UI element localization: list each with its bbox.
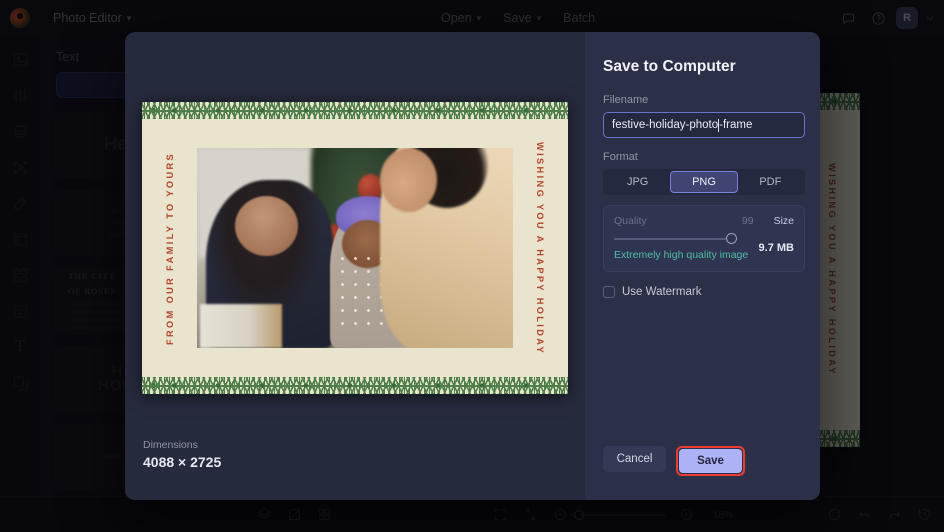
- preview-family-photo: [197, 148, 513, 348]
- watermark-label: Use Watermark: [622, 286, 702, 298]
- filename-input[interactable]: festive-holiday-photo -frame: [603, 112, 805, 138]
- format-label: Format: [603, 151, 638, 163]
- preview-left-text: FROM OUR FAMILY TO YOURS: [165, 151, 175, 345]
- dialog-title: Save to Computer: [603, 58, 736, 75]
- watermark-row[interactable]: Use Watermark: [603, 286, 802, 298]
- dialog-actions: Cancel Save: [585, 446, 820, 476]
- dimensions-label: Dimensions: [143, 439, 198, 451]
- quality-block: Quality 99 Size 9.7 MB Extremely high qu…: [603, 205, 805, 272]
- size-label: Size: [773, 215, 794, 227]
- format-option-jpg[interactable]: JPG: [605, 171, 670, 193]
- preview-border-bottom-icon: [142, 377, 568, 394]
- quality-slider[interactable]: [614, 233, 737, 244]
- dimensions-block: Dimensions 4088 × 2725: [143, 439, 221, 470]
- preview-image: FROM OUR FAMILY TO YOURS WISHING YOU A H…: [142, 102, 568, 394]
- preview-border-top-icon: [142, 102, 568, 119]
- filename-value-before-caret: festive-holiday-photo: [612, 119, 719, 131]
- quality-label: Quality: [614, 215, 647, 227]
- watermark-checkbox[interactable]: [603, 286, 615, 298]
- save-button-highlight: Save: [676, 446, 745, 476]
- size-value: 9.7 MB: [758, 242, 794, 254]
- format-option-png[interactable]: PNG: [670, 171, 738, 193]
- save-to-computer-dialog: FROM OUR FAMILY TO YOURS WISHING YOU A H…: [125, 32, 820, 500]
- format-segmented-control: JPG PNG PDF: [603, 169, 805, 195]
- save-button[interactable]: Save: [679, 449, 742, 473]
- preview-right-text: WISHING YOU A HAPPY HOLIDAY: [535, 141, 545, 355]
- dialog-preview-column: FROM OUR FAMILY TO YOURS WISHING YOU A H…: [125, 32, 585, 500]
- quality-value: 99: [741, 215, 754, 227]
- dialog-form-column: Save to Computer Filename festive-holida…: [585, 32, 820, 500]
- cancel-button[interactable]: Cancel: [603, 446, 666, 472]
- filename-value-after-caret: -frame: [719, 119, 753, 131]
- filename-label: Filename: [603, 94, 649, 106]
- dimensions-value: 4088 × 2725: [143, 454, 222, 470]
- format-option-pdf[interactable]: PDF: [738, 171, 803, 193]
- app-window: Photo Editor ▾ Open ▾ Save ▾ Batch R: [0, 0, 944, 532]
